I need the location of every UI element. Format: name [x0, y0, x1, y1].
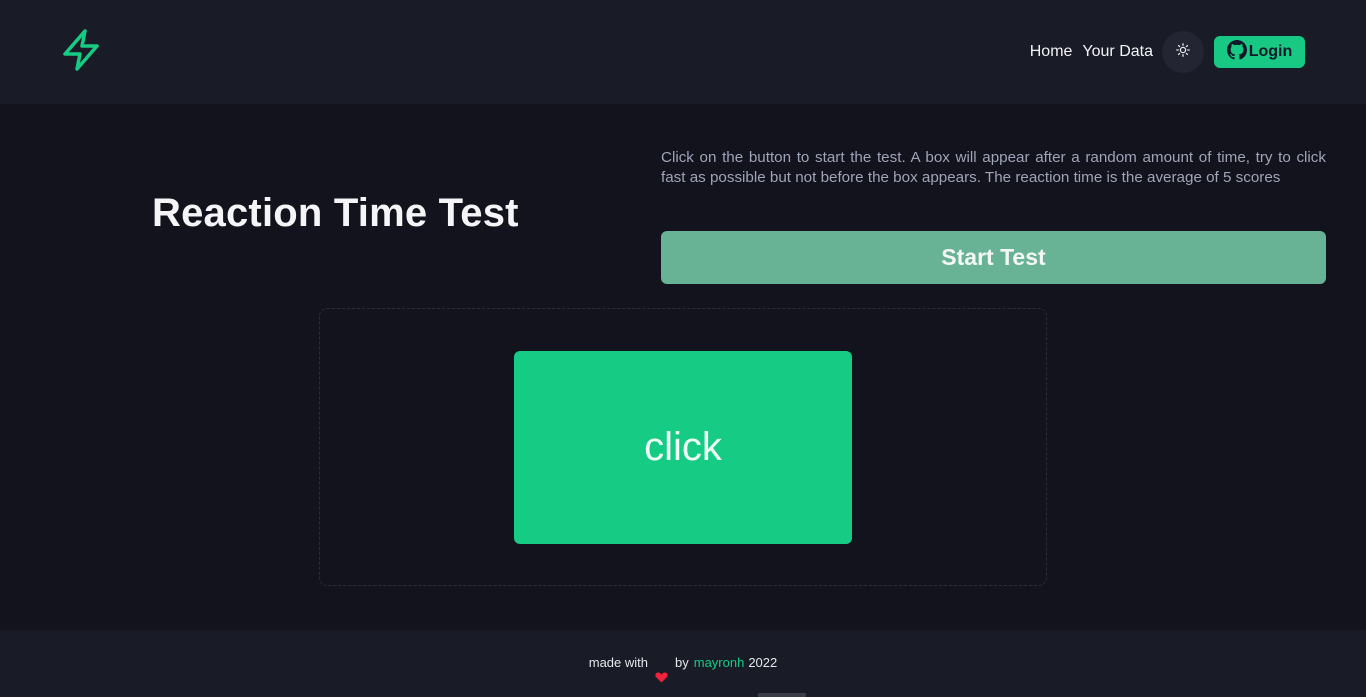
- footer-by: by: [675, 655, 689, 670]
- nav-home-link[interactable]: Home: [1030, 43, 1073, 61]
- heart-icon: [655, 656, 668, 697]
- login-label: Login: [1248, 43, 1293, 60]
- footer-year: 2022: [748, 655, 778, 670]
- start-test-button[interactable]: Start Test: [661, 231, 1326, 284]
- page-title: Reaction Time Test: [152, 191, 519, 235]
- lightning-bolt-icon[interactable]: [60, 28, 102, 72]
- nav-your-data-link[interactable]: Your Data: [1082, 43, 1153, 61]
- theme-toggle-button[interactable]: [1162, 31, 1204, 73]
- sun-icon: [1176, 42, 1190, 62]
- github-icon: [1226, 39, 1247, 65]
- footer-made-with: made with: [588, 655, 648, 670]
- footer: made with by mayronh 2022: [0, 630, 1366, 697]
- nav-menu: Home Your Data Login: [1030, 30, 1305, 74]
- scroll-indicator: [758, 693, 806, 697]
- click-box[interactable]: click: [514, 351, 852, 544]
- author-link[interactable]: mayronh: [694, 655, 745, 697]
- test-description: Click on the button to start the test. A…: [661, 149, 1326, 186]
- navbar: Home Your Data Login: [0, 0, 1366, 104]
- login-button[interactable]: Login: [1214, 36, 1305, 68]
